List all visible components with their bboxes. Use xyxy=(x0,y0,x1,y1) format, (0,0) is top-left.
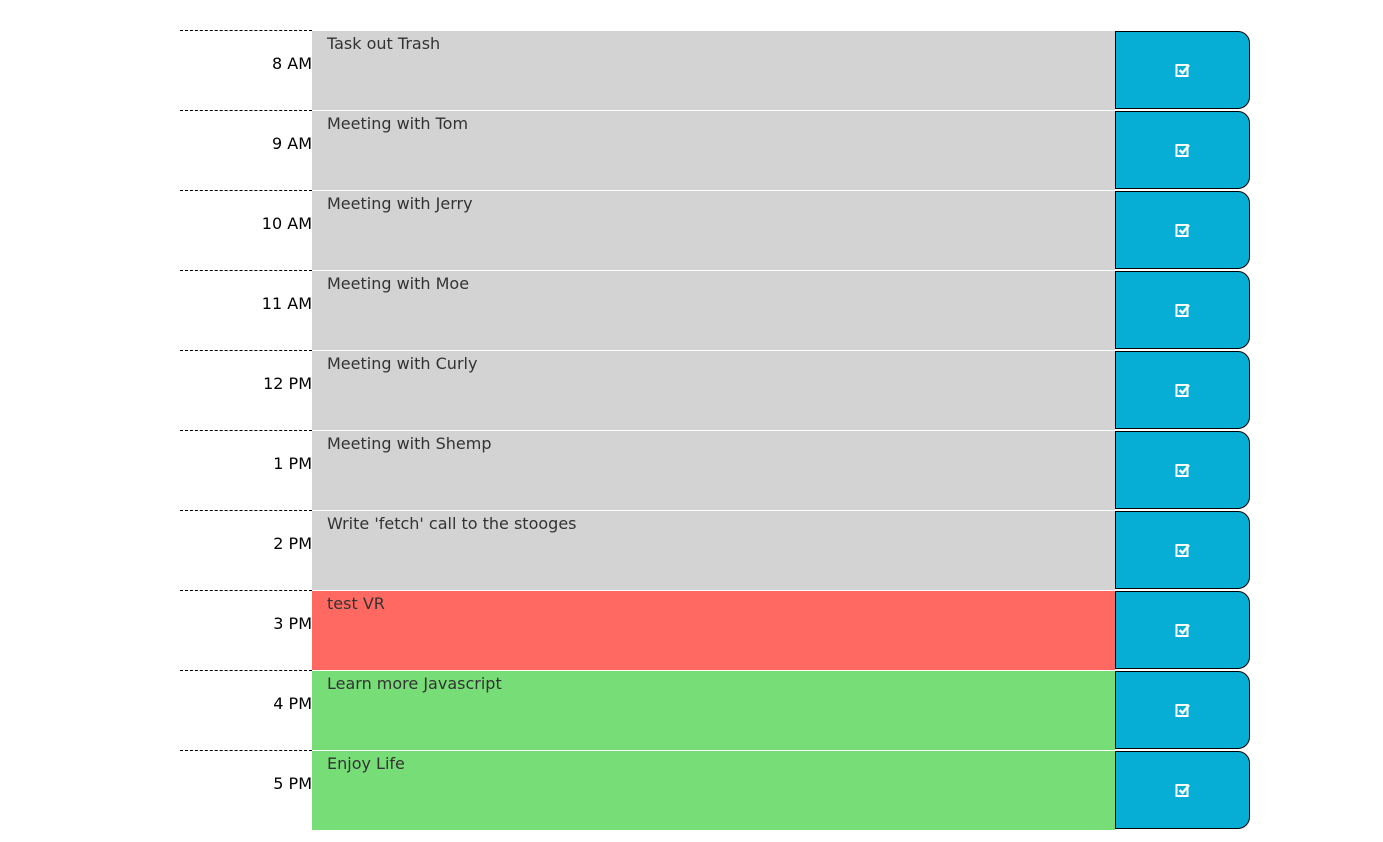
save-check-icon xyxy=(1175,702,1191,718)
save-check-icon xyxy=(1175,782,1191,798)
save-check-icon xyxy=(1175,222,1191,238)
save-check-icon xyxy=(1175,542,1191,558)
time-block-1pm: 1 PM Meeting with Shemp xyxy=(180,430,1250,510)
hour-label: 9 AM xyxy=(180,110,312,190)
event-description[interactable]: Meeting with Curly xyxy=(312,350,1115,430)
time-block-12pm: 12 PM Meeting with Curly xyxy=(180,350,1250,430)
save-check-icon xyxy=(1175,142,1191,158)
save-button[interactable] xyxy=(1115,431,1250,509)
hour-label: 5 PM xyxy=(180,750,312,830)
event-description[interactable]: Learn more Javascript xyxy=(312,670,1115,750)
hour-text: 8 AM xyxy=(271,54,312,73)
hour-text: 9 AM xyxy=(271,134,312,153)
day-scheduler: 8 AM Task out Trash 9 AM Meeting with To… xyxy=(180,30,1250,830)
save-check-icon xyxy=(1175,622,1191,638)
save-check-icon xyxy=(1175,382,1191,398)
hour-text: 1 PM xyxy=(273,454,312,473)
hour-label: 12 PM xyxy=(180,350,312,430)
hour-label: 1 PM xyxy=(180,430,312,510)
hour-text: 3 PM xyxy=(273,614,312,633)
time-block-10am: 10 AM Meeting with Jerry xyxy=(180,190,1250,270)
event-description[interactable]: Meeting with Moe xyxy=(312,270,1115,350)
save-check-icon xyxy=(1175,62,1191,78)
event-description[interactable]: Write 'fetch' call to the stooges xyxy=(312,510,1115,590)
save-button[interactable] xyxy=(1115,31,1250,109)
hour-text: 2 PM xyxy=(273,534,312,553)
hour-text: 4 PM xyxy=(273,694,312,713)
time-block-4pm: 4 PM Learn more Javascript xyxy=(180,670,1250,750)
hour-label: 4 PM xyxy=(180,670,312,750)
event-description[interactable]: Meeting with Shemp xyxy=(312,430,1115,510)
save-button[interactable] xyxy=(1115,591,1250,669)
time-block-8am: 8 AM Task out Trash xyxy=(180,30,1250,110)
hour-text: 12 PM xyxy=(263,374,312,393)
save-button[interactable] xyxy=(1115,351,1250,429)
hour-label: 8 AM xyxy=(180,30,312,110)
save-button[interactable] xyxy=(1115,511,1250,589)
save-button[interactable] xyxy=(1115,751,1250,829)
hour-label: 2 PM xyxy=(180,510,312,590)
hour-label: 10 AM xyxy=(180,190,312,270)
save-button[interactable] xyxy=(1115,671,1250,749)
save-button[interactable] xyxy=(1115,111,1250,189)
hour-text: 5 PM xyxy=(273,774,312,793)
hour-label: 11 AM xyxy=(180,270,312,350)
hour-label: 3 PM xyxy=(180,590,312,670)
save-button[interactable] xyxy=(1115,191,1250,269)
time-block-9am: 9 AM Meeting with Tom xyxy=(180,110,1250,190)
event-description[interactable]: Task out Trash xyxy=(312,30,1115,110)
event-description[interactable]: test VR xyxy=(312,590,1115,670)
time-block-2pm: 2 PM Write 'fetch' call to the stooges xyxy=(180,510,1250,590)
save-button[interactable] xyxy=(1115,271,1250,349)
event-description[interactable]: Enjoy Life xyxy=(312,750,1115,830)
save-check-icon xyxy=(1175,462,1191,478)
hour-text: 11 AM xyxy=(261,294,312,313)
time-block-3pm: 3 PM test VR xyxy=(180,590,1250,670)
event-description[interactable]: Meeting with Tom xyxy=(312,110,1115,190)
time-block-5pm: 5 PM Enjoy Life xyxy=(180,750,1250,830)
save-check-icon xyxy=(1175,302,1191,318)
event-description[interactable]: Meeting with Jerry xyxy=(312,190,1115,270)
time-block-11am: 11 AM Meeting with Moe xyxy=(180,270,1250,350)
hour-text: 10 AM xyxy=(261,214,312,233)
